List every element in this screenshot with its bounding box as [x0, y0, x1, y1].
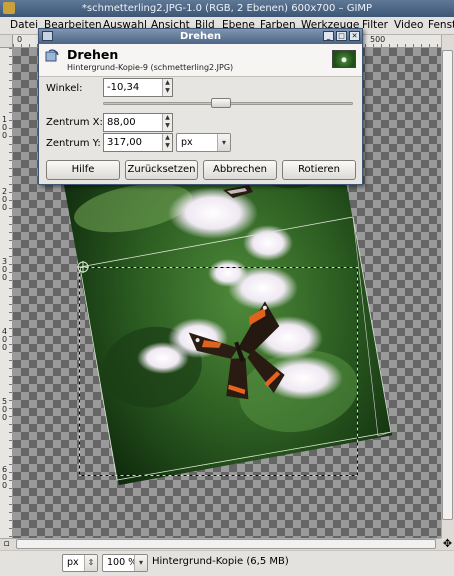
reset-button[interactable]: Zurücksetzen [125, 160, 198, 180]
window-title: *schmetterling2.JPG-1.0 (RGB, 2 Ebenen) … [81, 3, 373, 14]
rotate-icon [45, 49, 59, 62]
center-x-value: 88,00 [107, 117, 136, 128]
ruler-label: 0 [17, 35, 23, 44]
window-title-bar: *schmetterling2.JPG-1.0 (RGB, 2 Ebenen) … [0, 0, 454, 17]
layer-thumbnail [332, 50, 356, 68]
chevron-down-icon: ▾ [217, 134, 230, 151]
ruler-label: 600 [1, 465, 8, 490]
zoom-selector[interactable]: 100 % ▾ [102, 554, 148, 572]
menu-filter[interactable]: Filter [362, 17, 388, 34]
angle-slider-handle[interactable] [211, 98, 232, 108]
navigate-icon[interactable]: ✥ [441, 538, 454, 550]
spin-arrows-icon[interactable]: ▲ ▼ [162, 134, 172, 151]
spin-arrows-icon: ⇕ [84, 555, 97, 571]
unit-value: px [67, 557, 79, 568]
dialog-heading: Drehen [67, 47, 119, 62]
quick-mask-toggle[interactable]: ▫ [0, 538, 13, 550]
unit-dropdown-value: px [181, 137, 193, 148]
ruler-label: 500 [370, 35, 386, 44]
gimp-icon [3, 2, 15, 14]
chevron-down-icon: ▾ [134, 555, 147, 571]
dialog-title-bar[interactable]: Drehen _ □ ✕ [39, 29, 362, 44]
ruler-label: 100 [1, 115, 8, 140]
cancel-button[interactable]: Abbrechen [203, 160, 277, 180]
zoom-value: 100 % [107, 557, 138, 568]
angle-spinbox[interactable]: -10,34 ▲ ▼ [103, 78, 173, 97]
center-x-spinbox[interactable]: 88,00 ▲ ▼ [103, 113, 173, 132]
spin-arrows-icon[interactable]: ▲ ▼ [162, 79, 172, 96]
ruler-corner[interactable] [0, 35, 13, 48]
ruler-label: 300 [1, 257, 8, 282]
vertical-scroll-thumb[interactable] [442, 50, 453, 520]
maximize-icon[interactable]: □ [336, 31, 347, 41]
dialog-subtitle: Hintergrund-Kopie-9 (schmetterling2.JPG) [67, 63, 234, 72]
minimize-icon[interactable]: _ [323, 31, 334, 41]
layer-info: Hintergrund-Kopie (6,5 MB) [152, 556, 289, 567]
ruler-label: 500 [1, 397, 8, 422]
menu-datei[interactable]: Datei [10, 17, 38, 34]
unit-dropdown[interactable]: px ▾ [176, 133, 231, 152]
dialog-title: Drehen [179, 31, 222, 42]
angle-value: -10,34 [107, 82, 140, 93]
angle-label: Winkel: [46, 83, 83, 94]
help-button[interactable]: Hilfe [46, 160, 120, 180]
center-x-label: Zentrum X: [46, 117, 103, 128]
horizontal-scroll-thumb[interactable] [16, 539, 436, 549]
vertical-ruler[interactable]: 100 200 300 400 500 600 [0, 48, 13, 538]
menu-video[interactable]: Video [394, 17, 423, 34]
ruler-label: 400 [1, 327, 8, 352]
statusbar: px ⇕ 100 % ▾ Hintergrund-Kopie (6,5 MB) [0, 550, 454, 576]
center-y-value: 317,00 [107, 137, 142, 148]
ruler-label: 200 [1, 187, 8, 212]
center-y-spinbox[interactable]: 317,00 ▲ ▼ [103, 133, 173, 152]
rotate-dialog: Drehen _ □ ✕ Drehen Hintergrund-Kopie-9 … [38, 28, 363, 185]
rotate-button[interactable]: Rotieren [282, 160, 356, 180]
spin-arrows-icon[interactable]: ▲ ▼ [162, 114, 172, 131]
menu-fenster[interactable]: Fenst [428, 17, 454, 34]
close-icon[interactable]: ✕ [349, 31, 360, 41]
unit-selector[interactable]: px ⇕ [62, 554, 98, 572]
window-menu-icon[interactable] [42, 31, 53, 41]
center-y-label: Zentrum Y: [46, 138, 101, 149]
